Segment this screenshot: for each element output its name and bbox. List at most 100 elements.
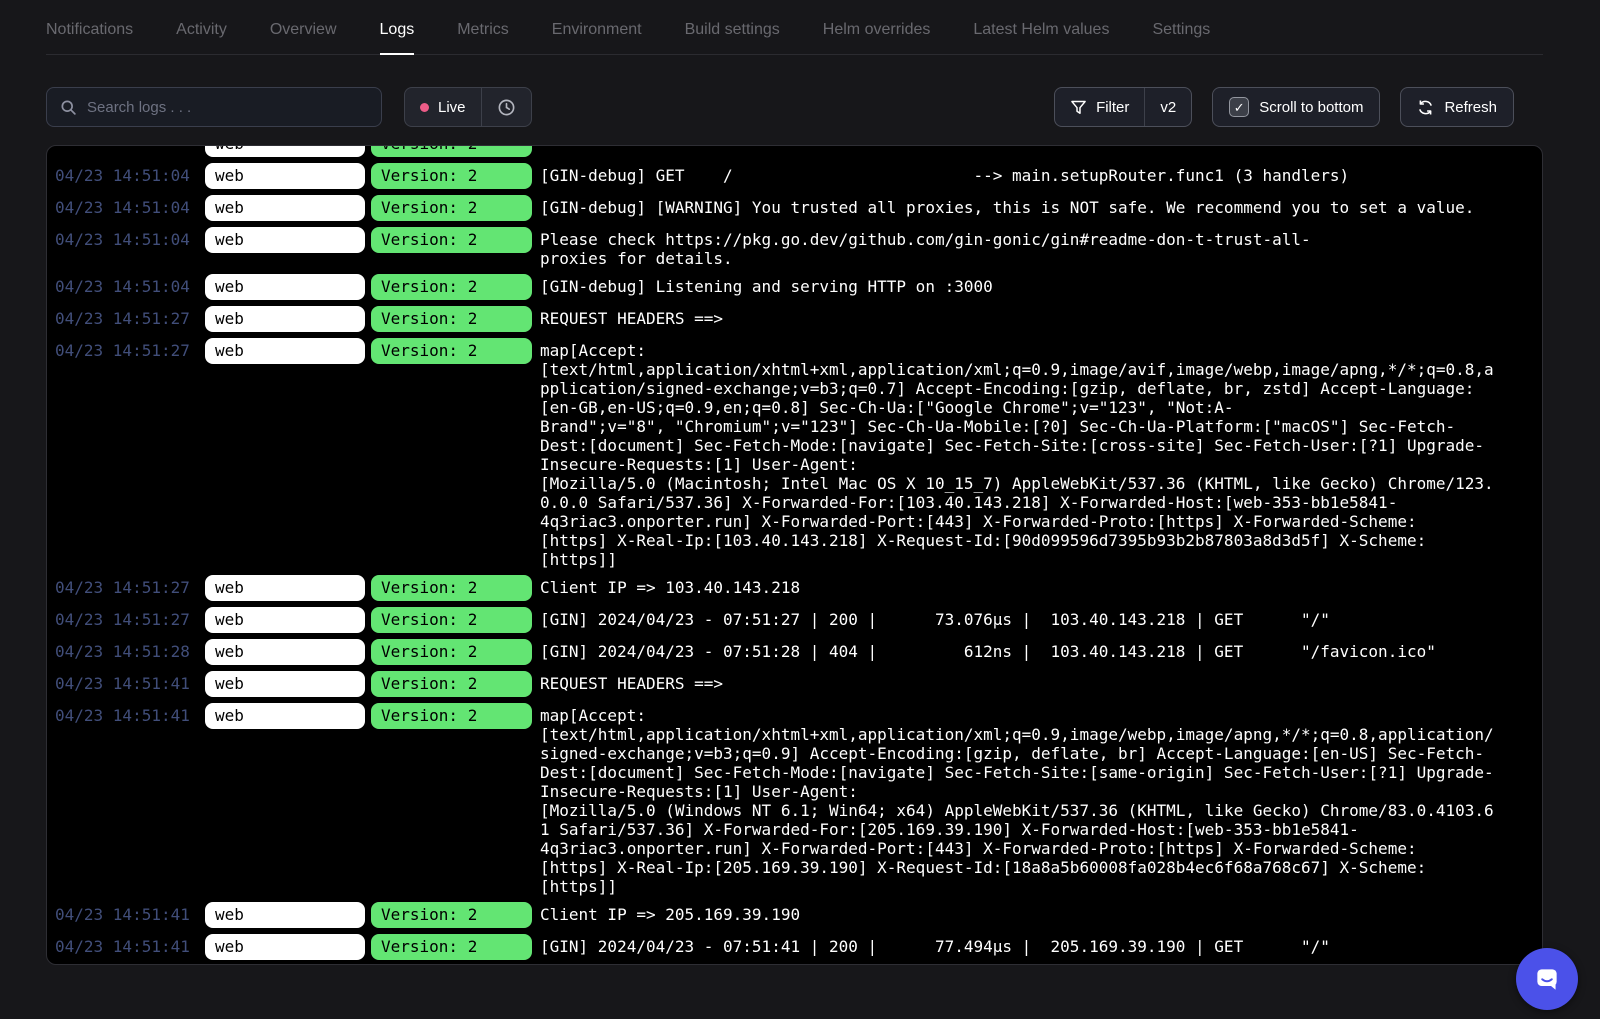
filter-button[interactable]: Filter [1055, 88, 1144, 126]
live-toggle-button[interactable]: Live [405, 88, 481, 126]
log-row: 04/23 14:51:04 web Version: 2 Please che… [51, 224, 1534, 271]
log-message: [GIN] 2024/04/23 - 07:51:27 | 200 | 73.0… [540, 607, 1534, 629]
tab-environment[interactable]: Environment [552, 0, 642, 55]
tab-build-settings[interactable]: Build settings [685, 0, 780, 55]
log-time: 04/23 14:51:04 [51, 274, 197, 300]
tab-activity[interactable]: Activity [176, 0, 227, 55]
log-time: 04/23 14:51:41 [51, 934, 197, 960]
log-row: 04/23 14:51:27 web Version: 2 [GIN] 2024… [51, 604, 1534, 636]
service-badge: web [205, 338, 365, 364]
scroll-to-bottom-button[interactable]: ✓ Scroll to bottom [1213, 88, 1379, 126]
filter-funnel-icon [1070, 99, 1087, 116]
tab-notifications[interactable]: Notifications [46, 0, 133, 55]
scroll-to-bottom-label: Scroll to bottom [1259, 99, 1363, 116]
version-badge: Version: 2 [371, 934, 532, 960]
version-badge: Version: 2 [371, 145, 532, 157]
log-message: [GIN] 2024/04/23 - 07:51:28 | 404 | 612n… [540, 639, 1534, 661]
log-time: 04/23 14:51:04 [51, 195, 197, 221]
log-message: [GIN-debug] GET / --> main.setupRouter.f… [540, 163, 1534, 185]
service-badge: web [205, 703, 365, 729]
service-badge: web [205, 902, 365, 928]
log-message: Client IP => 205.169.39.190 [540, 902, 1534, 924]
log-time: 04/23 14:51:04 [51, 227, 197, 253]
tab-helm-overrides[interactable]: Helm overrides [823, 0, 931, 55]
log-time: 04/23 14:51:28 [51, 639, 197, 665]
log-message: map[Accept: [text/html,application/xhtml… [540, 338, 1534, 569]
log-rows: web Version: 2 04/23 14:51:04 web Versio… [51, 145, 1534, 963]
log-time: 04/23 14:51:27 [51, 575, 197, 601]
log-time: 04/23 14:51:41 [51, 703, 197, 729]
version-badge: Version: 2 [371, 902, 532, 928]
log-row: web Version: 2 [51, 145, 1534, 160]
service-badge: web [205, 306, 365, 332]
log-time: 04/23 14:51:41 [51, 902, 197, 928]
version-badge: Version: 2 [371, 607, 532, 633]
filter-label: Filter [1096, 99, 1129, 116]
log-row: 04/23 14:51:04 web Version: 2 [GIN-debug… [51, 192, 1534, 224]
scroll-checkbox[interactable]: ✓ [1229, 97, 1249, 117]
tab-settings[interactable]: Settings [1152, 0, 1210, 55]
search-icon [60, 99, 77, 116]
log-message: map[Accept: [text/html,application/xhtml… [540, 703, 1534, 896]
log-viewer-panel[interactable]: web Version: 2 04/23 14:51:04 web Versio… [46, 145, 1543, 965]
log-row: 04/23 14:51:27 web Version: 2 Client IP … [51, 572, 1534, 604]
clock-icon [497, 98, 516, 117]
log-row: 04/23 14:51:41 web Version: 2 [GIN] 2024… [51, 931, 1534, 963]
time-range-button[interactable] [481, 88, 531, 126]
log-message: [GIN-debug] Listening and serving HTTP o… [540, 274, 1534, 296]
tab-overview[interactable]: Overview [270, 0, 337, 55]
log-time: 04/23 14:51:27 [51, 306, 197, 332]
refresh-icon [1417, 99, 1434, 116]
chat-launcher-button[interactable] [1516, 948, 1578, 1010]
version-badge: Version: 2 [371, 671, 532, 697]
tab-logs[interactable]: Logs [380, 0, 415, 55]
version-badge: Version: 2 [371, 227, 532, 253]
log-message: REQUEST HEADERS ==> [540, 306, 1534, 328]
version-badge: Version: 2 [371, 195, 532, 221]
service-badge: web [205, 227, 365, 253]
service-badge: web [205, 163, 365, 189]
live-control: Live [404, 87, 532, 127]
service-badge: web [205, 575, 365, 601]
log-message: [GIN-debug] [WARNING] You trusted all pr… [540, 195, 1534, 217]
live-label: Live [438, 99, 466, 116]
log-row: 04/23 14:51:04 web Version: 2 [GIN-debug… [51, 160, 1534, 192]
logs-toolbar: Live Filter v2 [46, 87, 1543, 127]
service-badge: web [205, 934, 365, 960]
version-badge: Version: 2 [371, 163, 532, 189]
service-badge: web [205, 607, 365, 633]
log-message: Client IP => 103.40.143.218 [540, 575, 1534, 597]
service-badge: web [205, 639, 365, 665]
log-row: 04/23 14:51:41 web Version: 2 Client IP … [51, 899, 1534, 931]
log-row: 04/23 14:51:27 web Version: 2 REQUEST HE… [51, 303, 1534, 335]
log-row: 04/23 14:51:41 web Version: 2 map[Accept… [51, 700, 1534, 899]
refresh-control: Refresh [1400, 87, 1514, 127]
log-message: REQUEST HEADERS ==> [540, 671, 1534, 693]
log-time: 04/23 14:51:41 [51, 671, 197, 697]
tab-bar: Notifications Activity Overview Logs Met… [46, 0, 1543, 55]
tab-metrics[interactable]: Metrics [457, 0, 509, 55]
search-input[interactable] [87, 99, 368, 116]
scroll-to-bottom-control: ✓ Scroll to bottom [1212, 87, 1380, 127]
version-badge: Version: 2 [371, 639, 532, 665]
live-dot-icon [420, 103, 429, 112]
version-badge: Version: 2 [371, 703, 532, 729]
toolbar-right-group: Filter v2 ✓ Scroll to bottom [1054, 87, 1514, 127]
chat-bubble-icon [1532, 964, 1562, 994]
tab-latest-helm-values[interactable]: Latest Helm values [973, 0, 1109, 55]
log-row: 04/23 14:51:04 web Version: 2 [GIN-debug… [51, 271, 1534, 303]
filter-version-button[interactable]: v2 [1144, 88, 1191, 126]
log-row: 04/23 14:51:41 web Version: 2 REQUEST HE… [51, 668, 1534, 700]
version-badge: Version: 2 [371, 274, 532, 300]
version-badge: Version: 2 [371, 338, 532, 364]
service-badge: web [205, 145, 365, 157]
log-time: 04/23 14:51:04 [51, 163, 197, 189]
log-time: 04/23 14:51:27 [51, 338, 197, 364]
version-badge: Version: 2 [371, 575, 532, 601]
log-message: [GIN] 2024/04/23 - 07:51:41 | 200 | 77.4… [540, 934, 1534, 956]
search-box [46, 87, 382, 127]
refresh-label: Refresh [1444, 99, 1497, 116]
service-badge: web [205, 195, 365, 221]
log-row: 04/23 14:51:28 web Version: 2 [GIN] 2024… [51, 636, 1534, 668]
refresh-button[interactable]: Refresh [1401, 88, 1513, 126]
